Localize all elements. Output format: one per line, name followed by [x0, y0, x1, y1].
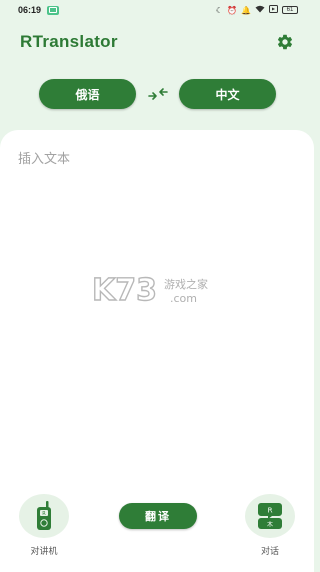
watermark-site-cn: 游戏之家 — [164, 277, 208, 291]
walkie-talkie-label: 对讲机 — [30, 547, 58, 557]
watermark-domain: .com — [170, 292, 197, 305]
conversation-button[interactable]: R 木 — [245, 494, 295, 538]
battery-icon: 61 — [282, 6, 298, 14]
svg-text:R: R — [268, 507, 273, 515]
svg-text:木: 木 — [267, 521, 273, 529]
status-time: 06:19 — [18, 5, 42, 15]
swap-languages-button[interactable] — [147, 83, 169, 105]
translate-button[interactable]: 翻译 — [119, 503, 197, 529]
conversation-label: 对话 — [260, 547, 279, 557]
status-left: 06:19 — [18, 5, 60, 15]
watermark-k73: K73 — [92, 273, 157, 308]
alarm-icon: ⏰ — [227, 5, 238, 15]
svg-text:R: R — [42, 511, 46, 517]
settings-button[interactable] — [274, 31, 296, 53]
status-bar: 06:19 ☾ ⏰ 🔔 61 — [0, 0, 314, 20]
bell-icon: 🔔 — [241, 5, 251, 15]
conversation-mode: R 木 对话 — [244, 494, 296, 557]
source-language-button[interactable]: 俄语 — [39, 79, 136, 109]
walkie-talkie-icon: R — [37, 501, 51, 530]
walkie-talkie-button[interactable]: R — [19, 494, 69, 538]
text-input[interactable] — [18, 148, 298, 478]
conversation-icon: R 木 — [258, 503, 282, 529]
target-language-label: 中文 — [215, 87, 240, 102]
notification-icon — [47, 5, 60, 15]
screen-icon — [269, 5, 278, 15]
status-right: ☾ ⏰ 🔔 61 — [216, 5, 298, 15]
app-title: RTranslator — [20, 32, 118, 51]
source-language-label: 俄语 — [75, 87, 100, 102]
target-language-button[interactable]: 中文 — [179, 79, 276, 109]
translate-label: 翻译 — [145, 510, 171, 523]
watermark-logo: K73 游戏之家 .com — [91, 270, 232, 310]
app-bar: RTranslator — [0, 24, 314, 60]
walkie-talkie-mode: R 对讲机 — [18, 494, 70, 557]
gear-icon — [277, 34, 293, 50]
swap-arrows-icon — [147, 88, 168, 100]
language-selector-row: 俄语 中文 — [0, 78, 314, 110]
moon-icon: ☾ — [215, 5, 224, 15]
wifi-icon — [255, 5, 265, 15]
bottom-action-bar: R 对讲机 翻译 R 木 对话 — [0, 494, 314, 564]
